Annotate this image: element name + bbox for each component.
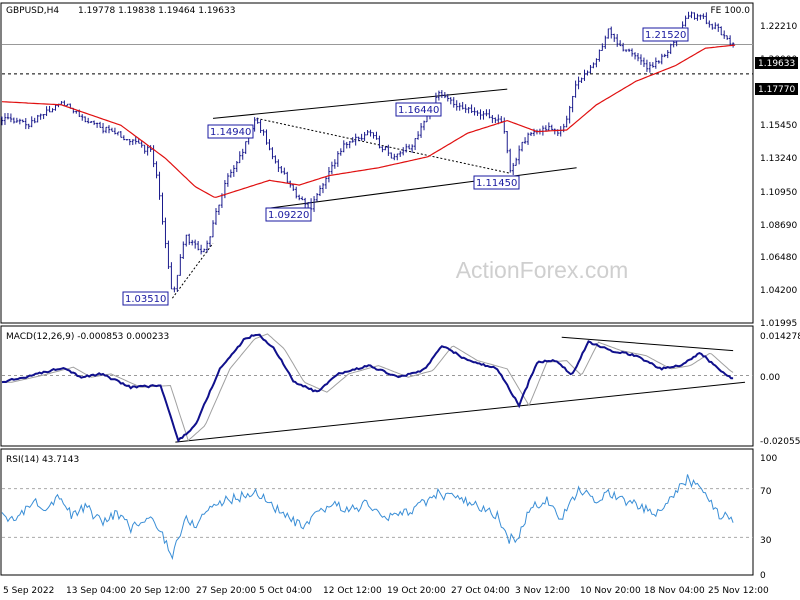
x-label-6: 12 Oct 12:00 bbox=[323, 586, 382, 596]
swing-label-high-3-text: 1.21520 bbox=[645, 30, 686, 41]
x-label-12: 25 Nov 12:00 bbox=[708, 586, 769, 596]
last-price-tag: 1.19633 bbox=[755, 57, 798, 69]
swing-label-high-2: 1.16440 bbox=[395, 102, 442, 117]
macd-tick-top: 0.014278 bbox=[760, 332, 800, 342]
macd-tick-zero: 0.00 bbox=[760, 373, 780, 383]
swing-label-low-2: 1.09220 bbox=[265, 207, 312, 222]
price-tick-5: 1.10950 bbox=[760, 188, 797, 198]
price-tick-9: 1.01995 bbox=[760, 319, 797, 329]
x-label-8: 27 Oct 04:00 bbox=[451, 586, 510, 596]
fe-label: FE 100.0 bbox=[711, 6, 751, 16]
hline-price-tag: 1.17770 bbox=[755, 83, 798, 95]
swing-label-high-1: 1.14940 bbox=[207, 124, 254, 139]
swing-label-high-2-text: 1.16440 bbox=[398, 105, 439, 116]
price-tick-4: 1.13240 bbox=[760, 154, 797, 164]
chart-background bbox=[0, 0, 800, 600]
x-label-5: 5 Oct 04:00 bbox=[259, 586, 312, 596]
swing-label-low-3-text: 1.11450 bbox=[476, 178, 517, 189]
symbol-title: GBPUSD,H4 bbox=[6, 6, 59, 16]
price-tick-1: 1.22210 bbox=[760, 22, 797, 32]
swing-label-high-3: 1.21520 bbox=[642, 27, 689, 42]
hline-price-tag-text: 1.17770 bbox=[758, 85, 795, 95]
price-tick-3: 1.15450 bbox=[760, 121, 797, 131]
x-label-7: 19 Oct 20:00 bbox=[387, 586, 446, 596]
rsi-tick-30: 30 bbox=[760, 536, 772, 546]
price-tick-7: 1.06480 bbox=[760, 253, 797, 263]
rsi-tick-0: 0 bbox=[760, 571, 766, 581]
x-label-11: 18 Nov 04:00 bbox=[644, 586, 705, 596]
swing-label-low-3: 1.11450 bbox=[473, 175, 520, 190]
x-label-2: 13 Sep 04:00 bbox=[66, 586, 126, 596]
rsi-title: RSI(14) 43.7143 bbox=[6, 455, 79, 465]
ohlc-readout: 1.19778 1.19838 1.19464 1.19633 bbox=[78, 6, 235, 16]
x-label-3: 20 Sep 12:00 bbox=[130, 586, 190, 596]
price-tick-6: 1.08690 bbox=[760, 221, 797, 231]
swing-label-low-2-text: 1.09220 bbox=[268, 210, 309, 221]
x-label-10: 10 Nov 20:00 bbox=[580, 586, 641, 596]
macd-tick-bottom: -0.020556 bbox=[760, 437, 800, 447]
last-price-tag-text: 1.19633 bbox=[758, 59, 795, 69]
rsi-tick-100: 100 bbox=[760, 454, 777, 464]
x-label-1: 5 Sep 2022 bbox=[3, 586, 54, 596]
swing-label-low-1-text: 1.03510 bbox=[125, 294, 166, 305]
x-label-4: 27 Sep 20:00 bbox=[196, 586, 256, 596]
rsi-tick-70: 70 bbox=[760, 487, 772, 497]
x-label-9: 3 Nov 12:00 bbox=[515, 586, 570, 596]
watermark: ActionForex.com bbox=[456, 257, 629, 283]
swing-label-high-1-text: 1.14940 bbox=[210, 127, 251, 138]
gbpusd-chart: ActionForex.com GBPUSD,H4 1.19778 1.1983… bbox=[0, 0, 800, 600]
price-tick-8: 1.04200 bbox=[760, 286, 797, 296]
macd-title: MACD(12,26,9) -0.000853 0.000233 bbox=[6, 332, 169, 342]
swing-label-low-1: 1.03510 bbox=[122, 291, 169, 306]
